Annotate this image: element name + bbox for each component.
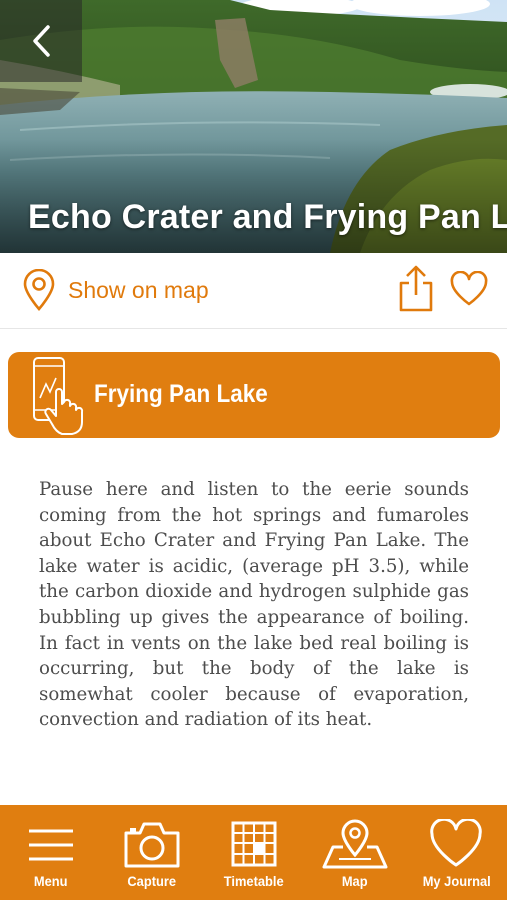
audio-stop-title: Frying Pan Lake [94,380,268,408]
nav-map-label: Map [342,873,368,889]
description-text: Pause here and listen to the eerie sound… [39,479,469,731]
nav-timetable-label: Timetable [223,873,284,889]
location-pin-icon [23,269,55,311]
heart-icon [450,270,488,306]
chevron-left-icon [33,25,50,57]
favorite-button[interactable] [449,270,489,307]
nav-capture-label: Capture [127,873,177,889]
show-on-map-label: Show on map [68,276,209,303]
calendar-grid-icon [231,821,277,867]
camera-icon [124,822,180,868]
hero-banner: Echo Crater and Frying Pan Lake [0,0,507,253]
nav-map[interactable]: Map [304,805,405,900]
nav-my-journal-label: My Journal [422,873,491,889]
page-title: Echo Crater and Frying Pan Lake [28,198,507,236]
share-button[interactable] [396,263,436,313]
hamburger-menu-icon [28,829,73,861]
show-on-map-link[interactable]: Show on map [22,269,209,311]
heart-icon [430,819,483,867]
action-row: Show on map [0,253,507,329]
share-icon [399,265,433,312]
map-pin-icon [322,819,388,869]
tap-phone-icon [33,357,84,435]
nav-timetable[interactable]: Timetable [203,805,304,900]
nav-menu-label: Menu [33,873,68,889]
back-button[interactable] [0,0,82,82]
nav-capture[interactable]: Capture [101,805,202,900]
audio-stop-card[interactable]: Frying Pan Lake [8,352,500,438]
nav-my-journal[interactable]: My Journal [406,805,507,900]
nav-menu[interactable]: Menu [0,805,101,900]
bottom-navigation: Menu Capture Timetable Map My Journal [0,805,507,900]
